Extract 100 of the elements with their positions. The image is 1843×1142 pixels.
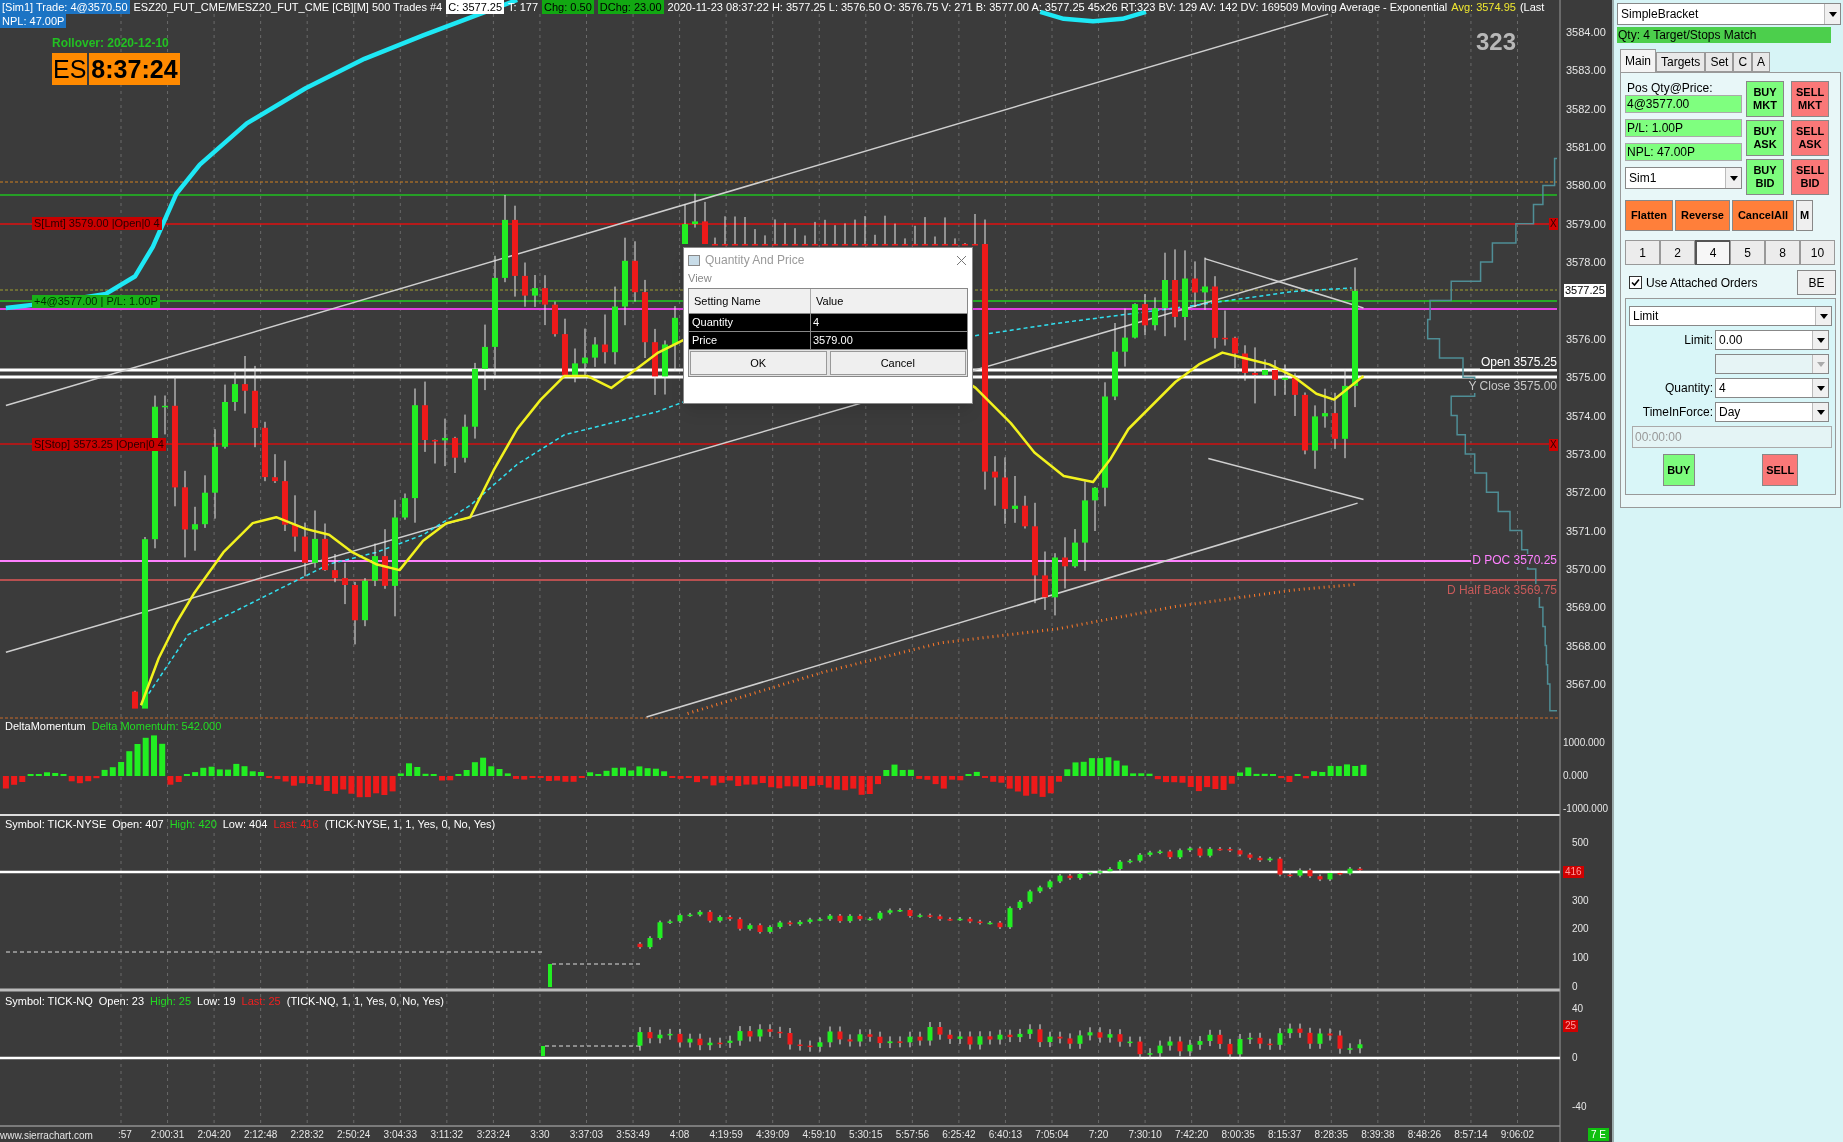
time-axis-label: 3:37:03: [569, 1129, 604, 1141]
chart-info-text: (Last: [1519, 0, 1545, 14]
action-button[interactable]: Reverse: [1675, 200, 1730, 231]
price-axis-label: 3579.00: [1566, 217, 1606, 230]
quantity-button[interactable]: 4: [1695, 240, 1730, 265]
last-value-label: 25: [1563, 1020, 1579, 1032]
time-axis-label: 2:12:48: [243, 1129, 278, 1141]
action-button[interactable]: M: [1796, 200, 1814, 231]
website-text: www.sierrachart.com: [0, 1130, 94, 1142]
order-button[interactable]: SELL ASK: [1791, 120, 1829, 156]
dialog-button[interactable]: Cancel: [829, 351, 966, 375]
price-axis-label: 3581.00: [1566, 141, 1606, 154]
action-button[interactable]: Flatten: [1625, 200, 1674, 231]
table-cell: Price: [689, 332, 811, 349]
price-axis-label: 3583.00: [1566, 64, 1606, 77]
be-button[interactable]: BE: [1797, 270, 1836, 295]
account-dropdown[interactable]: Sim1: [1625, 167, 1742, 189]
price-axis-label: 3570.00: [1566, 562, 1606, 575]
axis-label: 100: [1572, 952, 1589, 965]
order-button[interactable]: BUY BID: [1746, 159, 1784, 195]
time-axis-label: 3:53:49: [616, 1129, 650, 1141]
price-axis-label: 3573.00: [1566, 447, 1606, 460]
status-badge: 7 E: [1588, 1128, 1609, 1141]
quantity-button[interactable]: 8: [1765, 240, 1800, 265]
axis-label: 0.000: [1563, 770, 1589, 782]
order-button[interactable]: BUY ASK: [1746, 120, 1784, 156]
time-axis-label: 7:30:10: [1128, 1129, 1162, 1141]
price-axis-label: 3576.00: [1566, 332, 1606, 345]
dialog-button[interactable]: OK: [690, 351, 827, 375]
order-button[interactable]: BUY MKT: [1746, 81, 1784, 117]
quantity-button[interactable]: 5: [1730, 240, 1765, 265]
symbol-info-text: High: 420: [169, 818, 217, 831]
sell-button[interactable]: SELL: [1762, 454, 1799, 486]
time-axis-label: 7:05:04: [1035, 1129, 1069, 1141]
order-button[interactable]: SELL BID: [1791, 159, 1829, 195]
price-axis-label: 3571.00: [1566, 524, 1606, 537]
time-axis-label: 6:40:13: [988, 1129, 1023, 1141]
time-axis-label: 4:59:10: [802, 1129, 836, 1141]
time-axis-label: 6:25:42: [942, 1129, 976, 1141]
tab[interactable]: C: [1733, 52, 1753, 72]
chart-info-text: 2020-11-23 08:37:22 H: 3577.25 L: 3576.50 O: 3576.75 V: 271 B: 3577.00 A: 3577.25 45x26 RT:323 BV: 129 AV: 142 DV: 169509 Moving Average - Exponential: [667, 0, 1448, 14]
symbol-info-text: High: 25: [150, 995, 192, 1008]
axis-label: 300: [1572, 894, 1589, 907]
tab[interactable]: Set: [1705, 52, 1734, 72]
symbol-label: ES: [52, 53, 88, 85]
npl-text: NPL: 47.00P: [0, 14, 67, 28]
axis-label: -40: [1572, 1101, 1587, 1114]
symbol-info-text: (TICK-NYSE, 1, 1, Yes, 0, No, Yes): [324, 818, 496, 831]
time-axis-label: 7:42:20: [1174, 1129, 1209, 1141]
time-in-force-dropdown[interactable]: Day: [1715, 402, 1829, 422]
price-axis-label: 3584.00: [1566, 26, 1606, 38]
action-button[interactable]: CancelAll: [1731, 200, 1795, 231]
axis-label: 500: [1572, 837, 1589, 849]
price-axis-label: 3582.00: [1566, 102, 1606, 115]
field-label: Limit:: [1683, 332, 1713, 349]
clock-text: 8:37:24: [89, 53, 180, 85]
price-axis-label: 3568.00: [1566, 639, 1606, 652]
time-axis-label: 8:00:35: [1221, 1129, 1255, 1141]
quantity-button[interactable]: 2: [1660, 240, 1695, 265]
time-axis-label: 3:04:33: [383, 1129, 417, 1141]
value-field: P/L: 1.00P: [1625, 119, 1742, 137]
quantity-button[interactable]: 10: [1800, 240, 1835, 265]
time-axis-label: 3:23:24: [476, 1129, 511, 1141]
time-axis-label: 8:48:26: [1407, 1129, 1442, 1141]
time-axis-label: 4:19:59: [709, 1129, 743, 1141]
order-button[interactable]: SELL MKT: [1791, 81, 1829, 117]
time-axis-label: 8:15:37: [1268, 1129, 1302, 1141]
time-axis-label: 8:28:35: [1314, 1129, 1348, 1141]
tab[interactable]: A: [1752, 52, 1771, 72]
limit-price-dropdown[interactable]: 0.00: [1715, 330, 1829, 350]
buy-button[interactable]: BUY: [1662, 454, 1695, 486]
time-axis-label: 2:00:31: [150, 1129, 185, 1141]
tab[interactable]: Main: [1620, 49, 1656, 72]
axis-label: 0: [1572, 1052, 1578, 1064]
symbol-info-text: Open: 407: [112, 818, 164, 831]
chart-info-text: ESZ20_FUT_CME/MESZ20_FUT_CME [CB][M] 500 Trades #4: [133, 0, 443, 14]
symbol-info-text: Low: 19: [197, 995, 236, 1008]
axis-label: 200: [1572, 923, 1589, 936]
time-axis-label: 2:04:20: [197, 1129, 231, 1141]
price-axis-label: 3575.00: [1566, 371, 1606, 384]
quantity-dropdown[interactable]: 4: [1715, 378, 1829, 398]
quantity-button[interactable]: 1: [1625, 240, 1660, 265]
order-type-dropdown[interactable]: Limit: [1629, 306, 1832, 326]
price-axis-label: 3574.00: [1566, 409, 1606, 422]
table-cell[interactable]: 4: [811, 314, 967, 331]
price-axis-label: 3580.00: [1566, 179, 1606, 192]
strategy-dropdown[interactable]: SimpleBracket: [1617, 3, 1841, 25]
value-field: 4@3577.00: [1625, 95, 1742, 113]
axis-label: 40: [1572, 1002, 1584, 1015]
tab[interactable]: Targets: [1656, 52, 1706, 72]
table-cell[interactable]: 3579.00: [811, 332, 967, 349]
current-price-label: 3577.25: [1564, 284, 1606, 297]
order-label[interactable]: +4@3577.00 | P/L: 1.00P: [32, 295, 160, 308]
time-axis-label: 5:57:56: [895, 1129, 930, 1141]
time-axis-label: 3:30: [530, 1129, 550, 1141]
expiry-time-field: 00:00:00: [1632, 426, 1832, 448]
time-axis-label: 5:30:15: [849, 1129, 883, 1141]
price-level-label: D POC 3570.25: [1471, 554, 1558, 567]
price-level-label: Open 3575.25: [1479, 356, 1558, 369]
axis-label: 1000.000: [1563, 737, 1605, 749]
